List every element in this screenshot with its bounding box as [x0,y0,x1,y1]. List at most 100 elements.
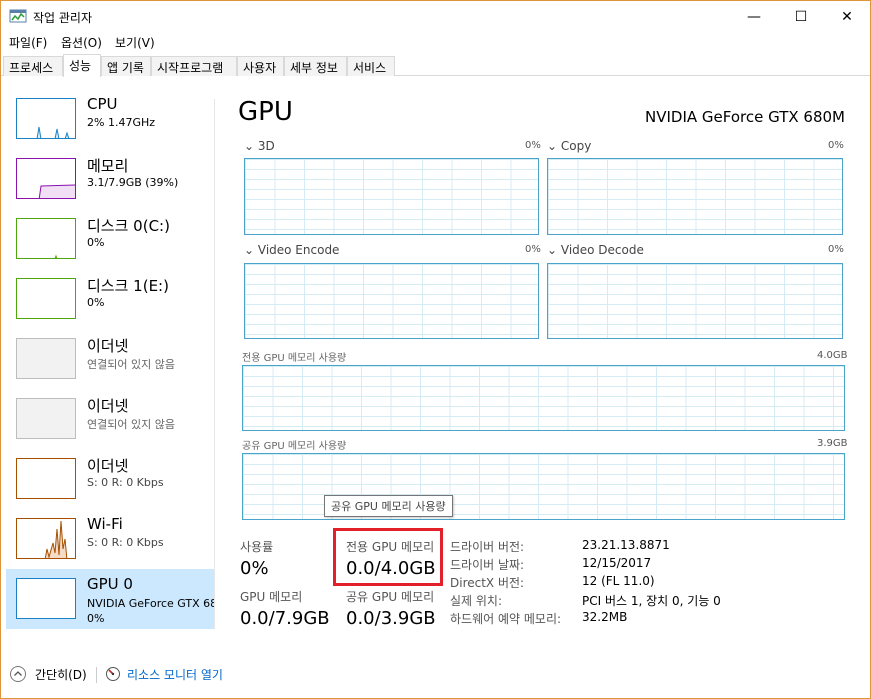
engine-selector-video-decode[interactable]: ⌄ Video Decode [547,243,644,257]
sidebar-item-label: 디스크 1(E:) [87,277,169,295]
disk-graph-icon [16,218,76,259]
tab-users[interactable]: 사용자 [237,56,284,76]
sidebar-item-sub: 연결되어 있지 않음 [87,358,175,371]
shared-memory-graph-label: 공유 GPU 메모리 사용량 [242,441,347,452]
directx-version-value: 12 (FL 11.0) [582,574,655,588]
sidebar-item-ethernet-1[interactable]: 이더넷 연결되어 있지 않음 [6,329,214,389]
chevron-down-icon: ⌄ [244,243,258,257]
engine-selector-3d[interactable]: ⌄ 3D [244,139,275,153]
gpu-model-name: NVIDIA GeForce GTX 680M [645,108,845,126]
directx-version-label: DirectX 버전: [450,576,525,590]
driver-version-value: 23.21.13.8871 [582,538,670,552]
tooltip: 공유 GPU 메모리 사용량 [324,495,453,517]
engine-label: Video Encode [257,243,340,257]
dedicated-memory-max: 4.0GB [817,350,848,361]
physical-location-label: 실제 위치: [450,594,503,608]
engine-pct: 0% [525,140,541,151]
engine-pct: 0% [828,140,844,151]
reserved-memory-label: 하드웨어 예약 메모리: [450,612,562,626]
graph-video-decode [547,263,843,339]
sidebar-item-sub: 연결되어 있지 않음 [87,418,175,431]
maximize-button[interactable]: ☐ [778,1,824,32]
sidebar-item-sub: 2% 1.47GHz [87,116,156,129]
tab-bar: 프로세스 성능 앱 기록 시작프로그램 사용자 세부 정보 서비스 [1,53,870,77]
chevron-up-icon [10,666,26,682]
ethernet-graph-icon [16,458,76,499]
sidebar-item-ethernet-2[interactable]: 이더넷 연결되어 있지 않음 [6,389,214,449]
driver-version-label: 드라이버 버전: [450,540,525,554]
sidebar-item-gpu0[interactable]: GPU 0 NVIDIA GeForce GTX 680M 0% [6,569,214,629]
ethernet-graph-icon [16,398,76,439]
chevron-down-icon: ⌄ [244,139,258,153]
sidebar-item-sub: S: 0 R: 0 Kbps [87,536,164,549]
tab-performance[interactable]: 성능 [63,54,101,77]
graph-copy [547,158,843,235]
title-bar[interactable]: 작업 관리자 — ☐ ✕ [1,1,870,32]
graph-video-encode [244,263,539,339]
chevron-down-icon: ⌄ [547,139,561,153]
sidebar-item-label: 이더넷 [87,337,129,355]
sidebar-item-label: 이더넷 [87,457,129,475]
menu-bar: 파일(F) 옵션(O) 보기(V) [1,32,870,52]
shared-memory-value: 0.0/3.9GB [346,608,436,629]
sidebar-item-disk1[interactable]: 디스크 1(E:) 0% [6,269,214,329]
engine-selector-copy[interactable]: ⌄ Copy [547,139,591,153]
sidebar-item-label: 이더넷 [87,397,129,415]
tab-services[interactable]: 서비스 [347,56,395,76]
menu-view[interactable]: 보기(V) [115,34,155,51]
sidebar-item-label: GPU 0 [87,575,133,593]
sidebar-item-sub: 0% [87,236,105,249]
memory-graph-icon [16,158,76,199]
engine-selector-video-encode[interactable]: ⌄ Video Encode [244,243,339,257]
sidebar-item-sub: NVIDIA GeForce GTX 680M [87,597,214,610]
resource-monitor-link[interactable]: 리소스 모니터 열기 [105,664,223,684]
driver-date-value: 12/15/2017 [582,556,652,570]
sidebar-item-ethernet-3[interactable]: 이더넷 S: 0 R: 0 Kbps [6,449,214,509]
usage-value: 0% [240,558,269,579]
page-title: GPU [238,97,293,127]
close-icon: ✕ [841,8,853,25]
ethernet-graph-icon [16,338,76,379]
sidebar-item-sub2: 0% [87,612,105,625]
highlight-box [333,528,443,586]
gpu-memory-label: GPU 메모리 [240,590,303,604]
close-button[interactable]: ✕ [824,1,870,32]
minimize-icon: — [747,8,761,25]
collapse-button[interactable]: 간단히(D) [9,664,87,684]
menu-options[interactable]: 옵션(O) [61,34,102,51]
sidebar-item-label: 메모리 [87,157,129,175]
performance-sidebar: CPU 2% 1.47GHz 메모리 3.1/7.9GB (39%) 디스크 0… [2,89,214,649]
menu-file[interactable]: 파일(F) [9,34,47,51]
collapse-label: 간단히(D) [35,667,87,682]
task-manager-icon [9,9,27,23]
cpu-graph-icon [16,98,76,139]
sidebar-item-memory[interactable]: 메모리 3.1/7.9GB (39%) [6,149,214,209]
shared-memory-max: 3.9GB [817,438,848,449]
gpu-memory-value: 0.0/7.9GB [240,608,330,629]
minimize-button[interactable]: — [731,1,777,32]
sidebar-item-label: 디스크 0(C:) [87,217,170,235]
dedicated-memory-graph-label: 전용 GPU 메모리 사용량 [242,353,347,364]
tab-processes[interactable]: 프로세스 [3,56,63,76]
engine-label: 3D [257,139,275,153]
tab-app-history[interactable]: 앱 기록 [101,56,151,76]
sidebar-divider [214,99,215,629]
sidebar-item-wifi[interactable]: Wi-Fi S: 0 R: 0 Kbps [6,509,214,569]
chevron-down-icon: ⌄ [547,243,561,257]
tab-details[interactable]: 세부 정보 [284,56,347,76]
tab-startup[interactable]: 시작프로그램 [151,56,237,76]
driver-date-label: 드라이버 날짜: [450,558,525,572]
maximize-icon: ☐ [794,8,808,25]
sidebar-item-sub: 0% [87,296,105,309]
engine-label: Video Decode [560,243,644,257]
graph-3d [244,158,539,235]
window-title: 작업 관리자 [33,11,93,25]
sidebar-item-disk0[interactable]: 디스크 0(C:) 0% [6,209,214,269]
engine-pct: 0% [525,244,541,255]
footer: 간단히(D) 리소스 모니터 열기 [1,659,870,689]
sidebar-item-label: CPU [87,95,118,113]
sidebar-item-cpu[interactable]: CPU 2% 1.47GHz [6,89,214,149]
sidebar-item-sub: S: 0 R: 0 Kbps [87,476,164,489]
dedicated-memory-graph [242,365,845,431]
disk-graph-icon [16,278,76,319]
